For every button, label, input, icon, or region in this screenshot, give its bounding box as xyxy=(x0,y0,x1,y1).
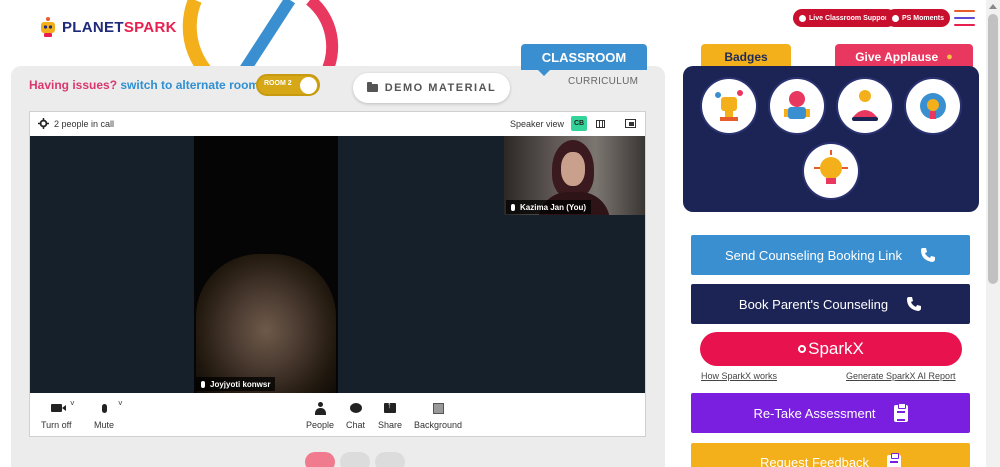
picture-in-picture-button[interactable] xyxy=(622,116,638,131)
phone-icon xyxy=(907,297,922,311)
app-page: PLANETSPARK Live Classroom Support PS Mo… xyxy=(0,0,1000,467)
scrollbar-thumb[interactable] xyxy=(988,14,998,284)
book-parent-counseling-button[interactable]: Book Parent's Counseling xyxy=(691,284,970,324)
background-button[interactable]: Background xyxy=(414,401,462,430)
grid-view-button[interactable] xyxy=(592,116,608,131)
sparkx-button[interactable]: SparkX xyxy=(700,332,962,366)
moments-icon xyxy=(892,14,899,22)
trophy-badge-icon[interactable] xyxy=(702,79,756,133)
page-scrollbar[interactable] xyxy=(986,0,1000,467)
camera-icon xyxy=(50,404,62,412)
share-button[interactable]: Share xyxy=(378,400,402,430)
self-video: Kazima Jan (You) xyxy=(504,136,645,215)
demo-material-button[interactable]: DEMO MATERIAL xyxy=(353,73,510,103)
video-call: 2 people in call Speaker view CB Joyjyot… xyxy=(29,111,646,437)
generate-sparkx-report-link[interactable]: Generate SparkX AI Report xyxy=(846,371,956,381)
call-header: 2 people in call Speaker view CB xyxy=(30,112,645,136)
live-classroom-support-button[interactable]: Live Classroom Support xyxy=(793,9,896,27)
view-cb-button[interactable]: CB xyxy=(571,116,587,131)
ps-moments-button[interactable]: PS Moments xyxy=(886,9,951,27)
robot-logo-icon xyxy=(41,17,55,37)
chat-button[interactable]: Chat xyxy=(346,401,365,430)
tab-classroom[interactable]: CLASSROOM xyxy=(521,44,647,70)
participant-feed xyxy=(196,254,336,393)
lightbulb-badge-icon[interactable] xyxy=(804,144,858,198)
camera-toggle-button[interactable]: Turn off xyxy=(41,401,72,430)
chat-icon xyxy=(349,403,362,413)
sparkx-logo-icon xyxy=(798,345,807,353)
grid-icon xyxy=(595,119,605,128)
fullscreen-control[interactable] xyxy=(270,452,300,467)
pip-icon xyxy=(624,119,636,128)
request-feedback-button[interactable]: Request Feedback xyxy=(691,443,970,467)
screen-control[interactable] xyxy=(340,452,370,467)
mic-icon xyxy=(201,380,205,388)
logo-text: PLANETSPARK xyxy=(62,18,177,36)
self-name-tag: Kazima Jan (You) xyxy=(506,200,592,214)
scroll-up-icon[interactable] xyxy=(989,4,997,9)
mic-icon xyxy=(511,203,515,211)
support-icon xyxy=(799,14,806,22)
main-participant-video: Joyjyoti konwsr xyxy=(194,136,338,393)
superhero-badge-icon[interactable] xyxy=(770,79,824,133)
badges-panel xyxy=(683,66,979,212)
hamburger-menu-icon[interactable] xyxy=(954,10,975,26)
tab-pointer xyxy=(536,68,552,76)
document-icon xyxy=(887,453,902,467)
video-stage: Joyjyoti konwsr Kazima Jan (You) xyxy=(30,136,645,393)
idea-badge-icon[interactable] xyxy=(906,79,960,133)
mute-button[interactable]: Mute xyxy=(94,401,114,430)
camera-chevron-down-icon[interactable]: ˅ xyxy=(70,399,75,408)
retake-assessment-button[interactable]: Re-Take Assessment xyxy=(691,393,970,433)
mic-chevron-down-icon[interactable]: ˅ xyxy=(118,399,123,408)
send-counseling-link-button[interactable]: Send Counseling Booking Link xyxy=(691,235,970,275)
microphone-icon xyxy=(101,403,107,413)
call-controls: Turn off ˅ Mute ˅ People Chat Share xyxy=(30,393,645,437)
how-sparkx-works-link[interactable]: How SparkX works xyxy=(701,371,777,381)
end-call-control[interactable] xyxy=(305,452,335,467)
clipboard-icon xyxy=(893,402,908,422)
folder-icon xyxy=(366,82,378,92)
background-icon xyxy=(432,402,444,414)
planetspark-logo[interactable]: PLANETSPARK xyxy=(38,16,177,38)
clap-icon: ● xyxy=(946,50,953,63)
people-button[interactable]: People xyxy=(306,401,334,430)
people-icon xyxy=(314,401,326,415)
people-count: 2 people in call xyxy=(54,119,115,129)
gear-icon[interactable] xyxy=(38,118,49,129)
switch-room-link[interactable]: switch to alternate room xyxy=(120,78,259,92)
share-screen-icon xyxy=(384,400,397,413)
settings-control[interactable] xyxy=(375,452,405,467)
room-toggle[interactable]: ROOM 2 xyxy=(256,74,320,96)
toggle-knob xyxy=(300,77,317,94)
speaker-view-label: Speaker view xyxy=(510,119,565,129)
tab-curriculum[interactable]: CURRICULUM xyxy=(568,76,638,87)
phone-icon xyxy=(921,248,936,262)
alternate-room-prompt: Having issues? switch to alternate room xyxy=(29,78,260,92)
meditation-badge-icon[interactable] xyxy=(838,79,892,133)
main-participant-name-tag: Joyjyoti konwsr xyxy=(196,377,276,391)
